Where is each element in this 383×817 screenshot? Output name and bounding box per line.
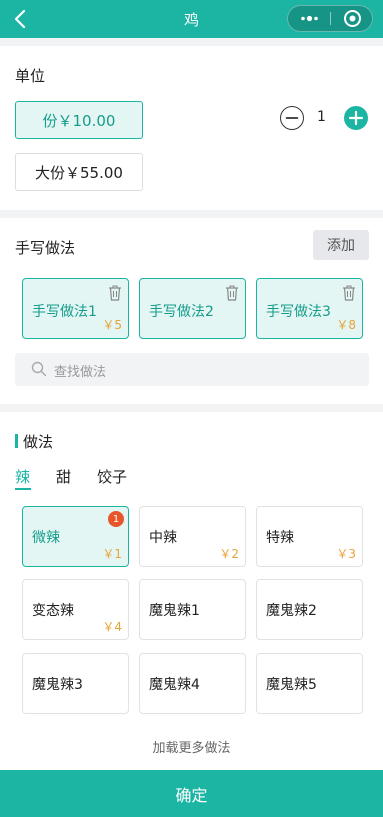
method-name: 魔鬼辣4 <box>149 677 200 693</box>
method-card[interactable]: 变态辣 ￥4 <box>22 579 129 640</box>
more-icon[interactable] <box>288 6 331 31</box>
load-more-link[interactable]: 加载更多做法 <box>0 737 383 756</box>
search-placeholder: 查找做法 <box>54 365 107 380</box>
unit-title: 单位 <box>15 67 46 85</box>
confirm-button[interactable]: 确定 <box>0 770 383 817</box>
trash-icon[interactable] <box>108 285 122 301</box>
method-name: 魔鬼辣5 <box>266 677 317 693</box>
handwritten-card[interactable]: 手写做法1 ￥5 <box>22 278 129 339</box>
method-card[interactable]: 魔鬼辣1 <box>139 579 246 640</box>
method-card[interactable]: 魔鬼辣2 <box>256 579 363 640</box>
trash-icon[interactable] <box>225 285 239 301</box>
section-accent-bar <box>15 434 18 448</box>
method-card[interactable]: 特辣 ￥3 <box>256 506 363 567</box>
mini-program-capsule <box>287 5 373 32</box>
tab-dumpling[interactable]: 饺子 <box>97 466 127 487</box>
method-name: 变态辣 <box>32 603 74 619</box>
methods-title: 做法 <box>23 433 54 451</box>
close-mini-program-icon[interactable] <box>331 6 374 31</box>
handwritten-name: 手写做法3 <box>266 304 331 320</box>
method-price: ￥4 <box>102 620 122 634</box>
handwritten-card[interactable]: 手写做法3 ￥8 <box>256 278 363 339</box>
trash-icon[interactable] <box>342 285 356 301</box>
handwritten-price: ￥8 <box>336 318 356 332</box>
method-card[interactable]: 魔鬼辣4 <box>139 653 246 714</box>
decrease-quantity-button[interactable] <box>280 106 304 130</box>
method-price: ￥2 <box>219 547 239 561</box>
method-name: 特辣 <box>266 530 294 546</box>
method-price: ￥3 <box>336 547 356 561</box>
nav-header: 鸡 <box>0 0 383 38</box>
method-card[interactable]: 魔鬼辣5 <box>256 653 363 714</box>
handwritten-card[interactable]: 手写做法2 <box>139 278 246 339</box>
method-card[interactable]: 微辣 ￥1 1 <box>22 506 129 567</box>
selection-count-badge: 1 <box>108 511 124 527</box>
unit-option-large[interactable]: 大份￥55.00 <box>15 153 143 191</box>
quantity-value: 1 <box>317 109 326 125</box>
unit-option-regular[interactable]: 份￥10.00 <box>15 101 143 139</box>
search-field[interactable]: 查找做法 <box>15 353 369 386</box>
method-name: 魔鬼辣2 <box>266 603 317 619</box>
method-card[interactable]: 魔鬼辣3 <box>22 653 129 714</box>
search-icon <box>31 361 47 377</box>
method-name: 微辣 <box>32 530 60 546</box>
handwritten-name: 手写做法2 <box>149 304 214 320</box>
method-name: 中辣 <box>149 530 177 546</box>
active-tab-indicator <box>15 488 31 490</box>
method-card[interactable]: 中辣 ￥2 <box>139 506 246 567</box>
method-price: ￥1 <box>102 547 122 561</box>
tab-spicy[interactable]: 辣 <box>15 466 30 487</box>
handwritten-title: 手写做法 <box>15 239 76 257</box>
increase-quantity-button[interactable] <box>344 106 368 130</box>
add-handwritten-button[interactable]: 添加 <box>313 230 369 260</box>
handwritten-name: 手写做法1 <box>32 304 97 320</box>
method-name: 魔鬼辣1 <box>149 603 200 619</box>
handwritten-price: ￥5 <box>102 318 122 332</box>
tab-sweet[interactable]: 甜 <box>56 466 71 487</box>
method-name: 魔鬼辣3 <box>32 677 83 693</box>
